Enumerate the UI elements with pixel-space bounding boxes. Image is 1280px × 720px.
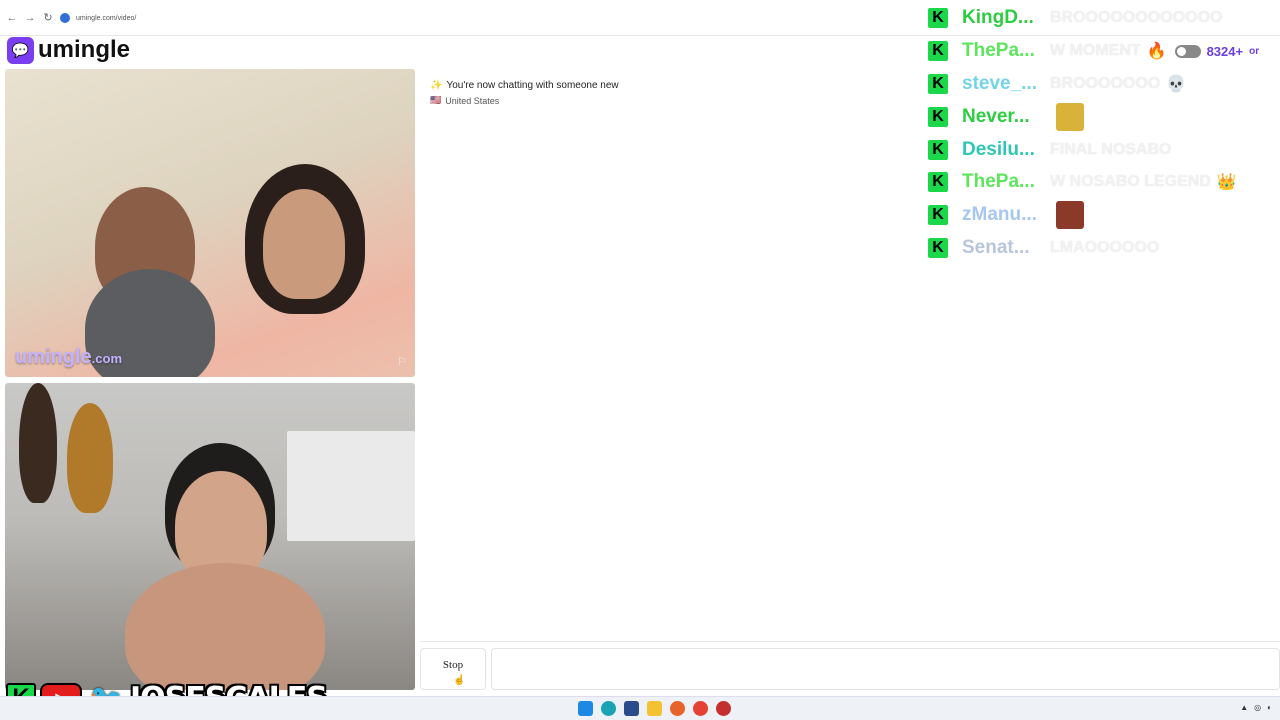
back-icon[interactable]: ← <box>4 10 20 26</box>
site-watermark: umingle.com <box>15 346 122 369</box>
system-message-text: You're now chatting with someone new <box>446 80 619 91</box>
toggle-switch[interactable] <box>1174 44 1201 58</box>
kick-badge-icon: K <box>928 41 948 62</box>
guitar-right <box>67 403 113 513</box>
volume-icon[interactable]: ◐ <box>1267 703 1272 712</box>
chat-message-text: W MOMENT <box>1050 42 1141 60</box>
chat-message: LMAOOOOOO <box>1050 239 1159 257</box>
stream-chat-line: K Never... <box>928 100 1280 133</box>
chat-username: zManu... <box>962 204 1037 226</box>
chat-username: steve_... <box>962 72 1037 94</box>
message-input[interactable] <box>491 648 1280 690</box>
stranger-face-right <box>263 189 345 299</box>
chat-emoji-icon: 👑 <box>1216 174 1237 192</box>
system-tray[interactable]: ▲ ◎ ◐ <box>1240 703 1272 712</box>
edge-browser-icon[interactable] <box>601 701 616 716</box>
chat-message: FINAL NOSABO <box>1050 141 1171 159</box>
watermark-main: umingle <box>15 346 92 368</box>
kick-badge-icon: K <box>928 172 948 193</box>
chat-message: W NOSABO LEGEND 👑 <box>1050 172 1237 192</box>
chat-username: Never... <box>962 105 1030 127</box>
chat-username: KingD... <box>962 7 1034 29</box>
chat-username: Desilu... <box>962 138 1035 160</box>
remote-video: umingle.com ⚐ <box>5 69 415 377</box>
stream-chat-line: K ThePa... W MOMENT 🔥 8324+ or <box>928 35 1280 68</box>
chat-bubble-logo-icon: 💬 <box>7 36 34 64</box>
report-flag-icon[interactable]: ⚐ <box>397 355 407 368</box>
system-message: ✨ You're now chatting with someone new <box>430 80 619 91</box>
watermark-suffix: .com <box>91 351 123 366</box>
stream-chat-line: Ksteve_... BROOOOOOO 💀 <box>928 68 1280 101</box>
chat-message-text: BROOOOOOOOOOOO <box>1050 9 1223 27</box>
streamer-torso <box>125 563 325 690</box>
us-flag-icon: 🇺🇸 <box>430 95 442 105</box>
viewer-count: 8324+ or <box>1174 43 1260 59</box>
stream-chat-line: K Desilu... FINAL NOSABO <box>928 133 1280 166</box>
kick-badge-icon: K <box>928 205 948 226</box>
chat-username: ThePa... <box>962 171 1035 193</box>
site-info-icon[interactable] <box>60 13 70 23</box>
kick-badge-icon: K <box>928 73 948 94</box>
stream-chat-line: K Senat... LMAOOOOOO <box>928 232 1280 265</box>
stranger-country: 🇺🇸 United States <box>430 95 499 106</box>
chat-emote-image <box>1056 201 1084 230</box>
chat-controls: Stop ☝ <box>420 648 1280 692</box>
guitar-left <box>19 383 57 503</box>
local-video <box>5 383 415 690</box>
chat-message-text: BROOOOOOO <box>1050 74 1161 92</box>
stop-button[interactable]: Stop ☝ <box>420 648 486 690</box>
chat-message-text: W NOSABO LEGEND <box>1050 173 1211 191</box>
chat-message <box>1050 102 1084 131</box>
storage-shelf <box>287 431 415 541</box>
reload-icon[interactable]: ↻ <box>40 10 56 26</box>
forward-icon[interactable]: → <box>22 10 38 26</box>
stream-chat-line: KzManu... <box>928 199 1280 232</box>
tray-arrow-icon[interactable]: ▲ <box>1240 703 1248 712</box>
stream-chat-line: K KingD... BROOOOOOOOOOOO <box>928 2 1280 35</box>
file-explorer-icon[interactable] <box>647 701 662 716</box>
store-icon[interactable] <box>624 701 639 716</box>
viewer-count-number: 8324+ <box>1206 43 1244 59</box>
wifi-icon[interactable]: ◎ <box>1254 703 1261 712</box>
kick-badge-icon: K <box>928 8 948 29</box>
chat-emote-image <box>1056 102 1084 131</box>
chat-emoji-icon: 💀 <box>1166 75 1187 93</box>
chat-emoji-icon: 🔥 <box>1146 43 1167 61</box>
chat-message <box>1050 201 1084 230</box>
recording-app-icon[interactable] <box>716 701 731 716</box>
viewer-count-suffix: or <box>1249 45 1260 57</box>
chat-message: BROOOOOOO 💀 <box>1050 74 1186 94</box>
chat-message: BROOOOOOOOOOOO <box>1050 9 1222 27</box>
stop-button-label: Stop <box>442 659 464 671</box>
country-name: United States <box>445 95 500 106</box>
stream-chat-overlay: K KingD... BROOOOOOOOOOOO K ThePa... W MOMENT… <box>928 2 1280 262</box>
firefox-icon[interactable] <box>670 701 685 716</box>
chat-message-text: LMAOOOOOO <box>1050 238 1160 256</box>
address-bar[interactable]: umingle.com/video/ <box>60 9 920 27</box>
chat-message: W MOMENT 🔥 <box>1050 41 1167 61</box>
chat-username: ThePa... <box>962 40 1035 62</box>
chat-message-text: FINAL NOSABO <box>1050 140 1172 158</box>
kick-badge-icon: K <box>928 106 948 127</box>
sparkle-icon: ✨ <box>430 80 443 91</box>
kick-badge-icon: K <box>928 139 948 160</box>
mouse-cursor-icon: ☝ <box>453 675 466 686</box>
os-taskbar: ▲ ◎ ◐ <box>0 696 1280 720</box>
stream-chat-line: K ThePa... W NOSABO LEGEND 👑 <box>928 166 1280 199</box>
kick-badge-icon: K <box>928 237 948 258</box>
site-logo[interactable]: 💬 umingle <box>7 35 130 65</box>
url-text: umingle.com/video/ <box>76 14 137 22</box>
chrome-icon[interactable] <box>693 701 708 716</box>
start-menu-icon[interactable] <box>578 701 593 716</box>
brand-name: umingle <box>38 36 131 63</box>
chat-username: Senat... <box>962 236 1030 258</box>
